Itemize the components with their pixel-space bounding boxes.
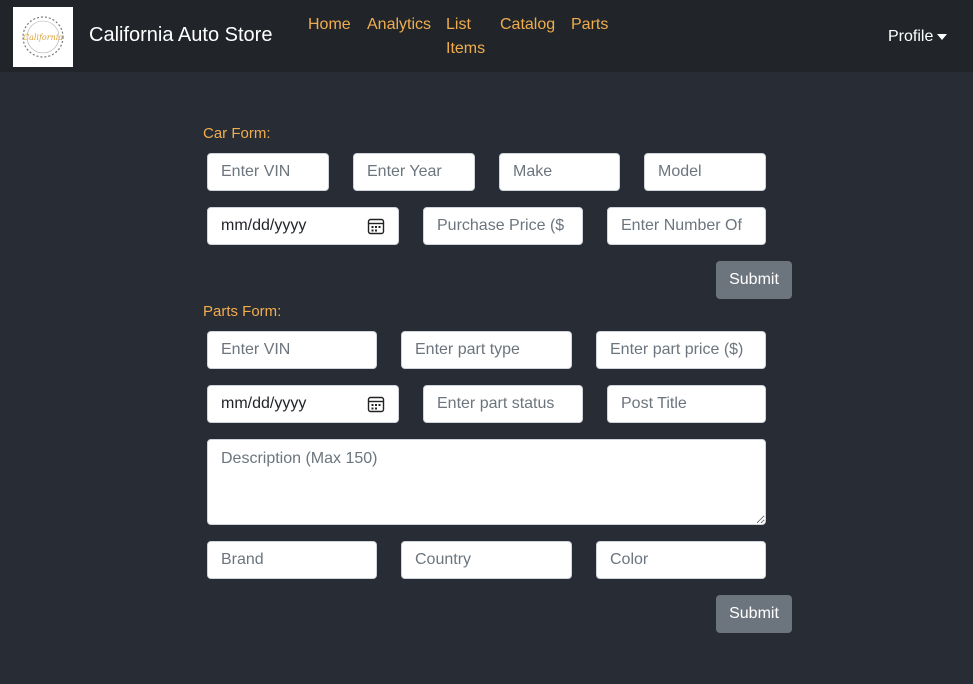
country-input[interactable] <box>401 541 572 579</box>
nav-catalog[interactable]: Catalog <box>500 13 555 37</box>
caret-down-icon <box>937 34 948 40</box>
description-textarea[interactable] <box>207 439 766 525</box>
profile-label: Profile <box>888 28 934 45</box>
calendar-icon[interactable] <box>367 217 385 235</box>
car-model-input[interactable] <box>644 153 766 191</box>
part-type-input[interactable] <box>401 331 572 369</box>
brand-input[interactable] <box>207 541 377 579</box>
car-purchase-price-input[interactable] <box>423 207 583 245</box>
svg-text:California: California <box>23 33 63 42</box>
nav-parts[interactable]: Parts <box>571 13 608 37</box>
store-logo-icon[interactable]: California <box>13 7 73 67</box>
calendar-icon[interactable] <box>367 395 385 413</box>
car-make-input[interactable] <box>499 153 620 191</box>
nav-list-items[interactable]: List Items <box>446 13 494 61</box>
part-status-input[interactable] <box>423 385 583 423</box>
parts-vin-input[interactable] <box>207 331 377 369</box>
profile-dropdown[interactable]: Profile <box>888 26 948 48</box>
part-price-input[interactable] <box>596 331 766 369</box>
post-title-input[interactable] <box>607 385 766 423</box>
parts-date-input[interactable]: mm/dd/yyyy <box>207 385 399 423</box>
car-number-input[interactable] <box>607 207 766 245</box>
brand-title[interactable]: California Auto Store <box>89 22 272 48</box>
car-form-label: Car Form: <box>203 125 271 142</box>
car-date-text: mm/dd/yyyy <box>221 217 307 234</box>
car-year-input[interactable] <box>353 153 475 191</box>
nav-home[interactable]: Home <box>308 13 351 37</box>
car-submit-button[interactable]: Submit <box>716 261 792 299</box>
parts-form-label: Parts Form: <box>203 303 282 320</box>
color-input[interactable] <box>596 541 766 579</box>
parts-submit-button[interactable]: Submit <box>716 595 792 633</box>
navbar: California California Auto Store Home An… <box>0 0 973 72</box>
nav-analytics[interactable]: Analytics <box>367 13 431 37</box>
car-vin-input[interactable] <box>207 153 329 191</box>
car-date-input[interactable]: mm/dd/yyyy <box>207 207 399 245</box>
parts-date-text: mm/dd/yyyy <box>221 395 307 412</box>
